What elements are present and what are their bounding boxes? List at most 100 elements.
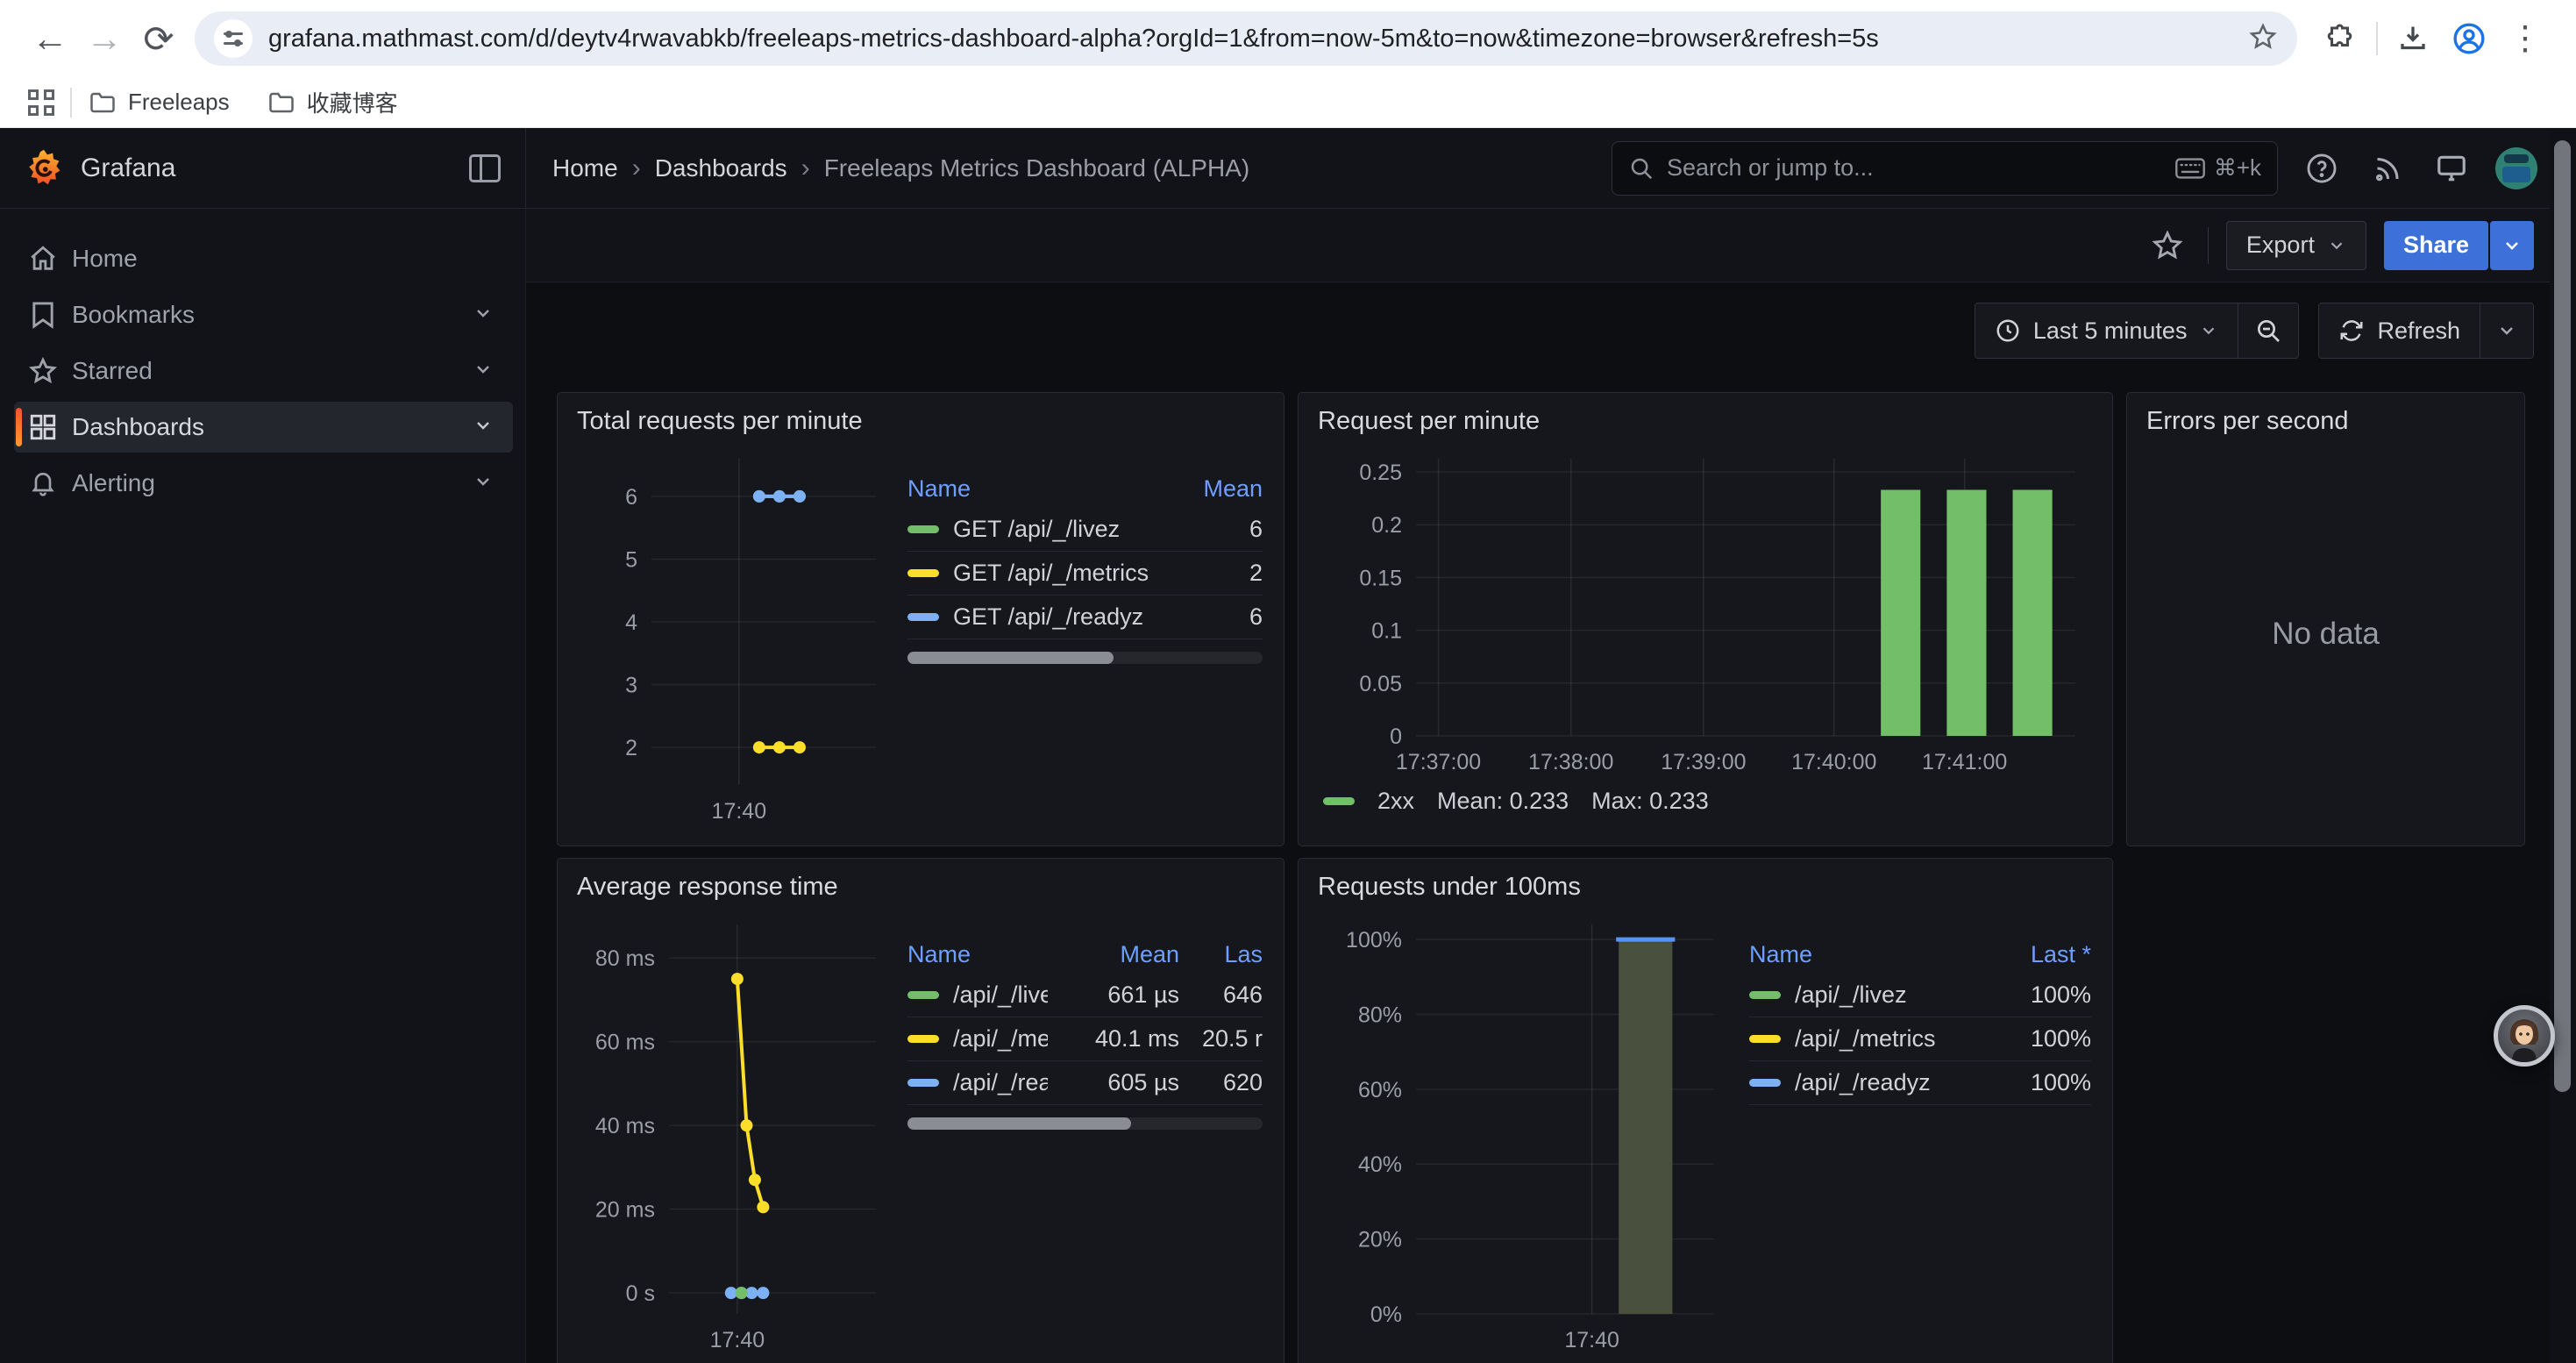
legend-row[interactable]: /api/_/livez100%	[1749, 974, 2091, 1017]
panel-title[interactable]: Total requests per minute	[577, 407, 1264, 436]
svg-text:3: 3	[625, 674, 637, 698]
panel-title[interactable]: Errors per second	[2146, 407, 2505, 436]
favorite-star-icon[interactable]	[2145, 223, 2190, 268]
bookmark-star-icon[interactable]	[2248, 22, 2278, 56]
chevron-down-icon[interactable]	[473, 359, 494, 384]
legend-row[interactable]: /api/_/livez661 µs646	[907, 974, 1263, 1017]
legend-row[interactable]: /api/_/metrics40.1 ms20.5 r	[907, 1017, 1263, 1061]
downloads-icon[interactable]	[2385, 23, 2441, 54]
panel-title[interactable]: Average response time	[577, 873, 1264, 902]
series-color-dash	[907, 1035, 939, 1043]
page-scrollbar[interactable]	[2550, 128, 2576, 1363]
legend-row[interactable]: GET /api/_/metrics2	[907, 552, 1263, 596]
chart-plot[interactable]: 6543217:40	[577, 443, 883, 825]
chart-plot[interactable]: 100%80%60%40%20%0%17:40	[1318, 909, 1725, 1354]
series-value: 100%	[1977, 1025, 2091, 1053]
legend-row[interactable]: GET /api/_/livez6	[907, 508, 1263, 552]
bookmark-folder-blogs[interactable]: 收藏博客	[268, 86, 398, 118]
svg-text:17:38:00: 17:38:00	[1528, 750, 1613, 774]
scrollbar-thumb[interactable]	[2554, 140, 2571, 1092]
chevron-down-icon[interactable]	[473, 415, 494, 440]
profile-icon[interactable]	[2441, 21, 2497, 56]
news-rss-icon[interactable]	[2366, 147, 2408, 189]
legend-column-las[interactable]: Las	[1179, 941, 1263, 968]
legend-column-last-[interactable]: Last *	[1977, 941, 2091, 968]
series-name: /api/_/metrics	[953, 1025, 1048, 1053]
grafana-logo-icon[interactable]	[25, 148, 63, 189]
forward-icon[interactable]: →	[77, 18, 132, 60]
series-value: 646	[1179, 981, 1263, 1009]
series-color-dash	[907, 613, 939, 621]
extensions-icon[interactable]	[2313, 23, 2369, 54]
breadcrumb-home[interactable]: Home	[552, 154, 618, 182]
legend-column-name[interactable]: Name	[1749, 941, 1977, 968]
zoom-out-button[interactable]	[2238, 303, 2298, 358]
share-dropdown-button[interactable]	[2490, 221, 2534, 270]
svg-text:0.2: 0.2	[1371, 513, 1402, 538]
panel-average-response-time: Average response time 80 ms60 ms40 ms20 …	[557, 858, 1284, 1363]
user-avatar[interactable]	[2495, 147, 2537, 189]
help-icon[interactable]	[2301, 147, 2343, 189]
time-range-picker[interactable]: Last 5 minutes	[1975, 303, 2238, 358]
legend-header[interactable]: NameLast *	[1749, 935, 2091, 974]
search-input[interactable]: Search or jump to... ⌘+k	[1612, 141, 2278, 196]
chart-plot[interactable]: 80 ms60 ms40 ms20 ms0 s17:40	[577, 909, 883, 1354]
share-button[interactable]: Share	[2384, 221, 2488, 270]
chevron-down-icon[interactable]	[473, 471, 494, 496]
address-bar[interactable]: grafana.mathmast.com/d/deytv4rwavabkb/fr…	[195, 11, 2297, 66]
series-stat-mean: Mean: 0.233	[1437, 788, 1569, 815]
sidebar-item-bookmarks[interactable]: Bookmarks	[14, 289, 513, 340]
sidebar-item-alerting[interactable]: Alerting	[14, 458, 513, 509]
sidebar-item-starred[interactable]: Starred	[14, 346, 513, 396]
legend-scrollbar[interactable]	[907, 1117, 1263, 1130]
browser-menu-icon[interactable]: ⋮	[2497, 22, 2553, 55]
chevron-down-icon[interactable]	[473, 303, 494, 328]
legend-row[interactable]: /api/_/metrics100%	[1749, 1017, 2091, 1061]
legend-column-mean[interactable]: Mean	[1048, 941, 1179, 968]
site-settings-icon[interactable]	[214, 19, 253, 58]
legend-column-name[interactable]: Name	[907, 941, 1048, 968]
grafana-brand-name[interactable]: Grafana	[81, 153, 175, 183]
legend-header[interactable]: NameMean	[907, 469, 1263, 508]
refresh-button[interactable]: Refresh	[2319, 303, 2480, 358]
panel-title[interactable]: Requests under 100ms	[1318, 873, 2093, 902]
time-picker-group: Last 5 minutes	[1975, 303, 2300, 359]
sidebar-item-home[interactable]: Home	[14, 233, 513, 284]
svg-text:17:37:00: 17:37:00	[1396, 750, 1481, 774]
series-color-dash	[907, 525, 939, 533]
dashboard-canvas: Last 5 minutes Refresh	[526, 282, 2550, 1363]
legend-column-mean[interactable]: Mean	[1157, 475, 1263, 503]
back-icon[interactable]: ←	[23, 18, 77, 60]
reload-icon[interactable]: ⟳	[132, 18, 186, 61]
svg-text:17:39:00: 17:39:00	[1661, 750, 1746, 774]
panel-requests-under-100ms: Requests under 100ms 100%80%60%40%20%0%1…	[1298, 858, 2113, 1363]
legend-scrollbar[interactable]	[907, 652, 1263, 664]
legend-scrollbar-thumb[interactable]	[907, 1117, 1131, 1130]
sidebar-item-dashboards[interactable]: Dashboards	[14, 402, 513, 453]
series-value: 6	[1157, 516, 1263, 543]
legend-column-name[interactable]: Name	[907, 475, 1157, 503]
panel-title[interactable]: Request per minute	[1318, 407, 2093, 436]
chevron-down-icon	[2199, 321, 2218, 340]
legend-row[interactable]: /api/_/readyz605 µs620	[907, 1061, 1263, 1105]
export-button[interactable]: Export	[2226, 221, 2366, 270]
time-controls: Last 5 minutes Refresh	[1975, 303, 2534, 359]
legend-row[interactable]: GET /api/_/readyz6	[907, 596, 1263, 639]
url-text[interactable]: grafana.mathmast.com/d/deytv4rwavabkb/fr…	[268, 25, 2234, 54]
series-value: 40.1 ms	[1048, 1025, 1179, 1053]
series-color-dash	[1749, 1079, 1781, 1087]
dock-menu-icon[interactable]	[469, 154, 501, 182]
legend-row[interactable]: /api/_/readyz100%	[1749, 1061, 2091, 1105]
series-name: GET /api/_/metrics	[953, 560, 1149, 587]
legend-inline[interactable]: 2xx Mean: 0.233 Max: 0.233	[1318, 776, 2093, 825]
legend-header[interactable]: NameMeanLas	[907, 935, 1263, 974]
legend-scrollbar-thumb[interactable]	[907, 652, 1114, 664]
monitor-icon[interactable]	[2430, 147, 2473, 189]
apps-grid-icon[interactable]	[28, 89, 54, 116]
floating-assistant-avatar[interactable]	[2494, 1005, 2555, 1067]
breadcrumb-dashboards[interactable]: Dashboards	[655, 154, 787, 182]
chart-plot[interactable]: 0.250.20.150.10.05017:37:0017:38:0017:39…	[1318, 443, 2093, 776]
refresh-interval-dropdown[interactable]	[2480, 303, 2533, 358]
bookmark-folder-freeleaps[interactable]: Freeleaps	[89, 89, 230, 116]
svg-text:0 s: 0 s	[626, 1281, 655, 1306]
